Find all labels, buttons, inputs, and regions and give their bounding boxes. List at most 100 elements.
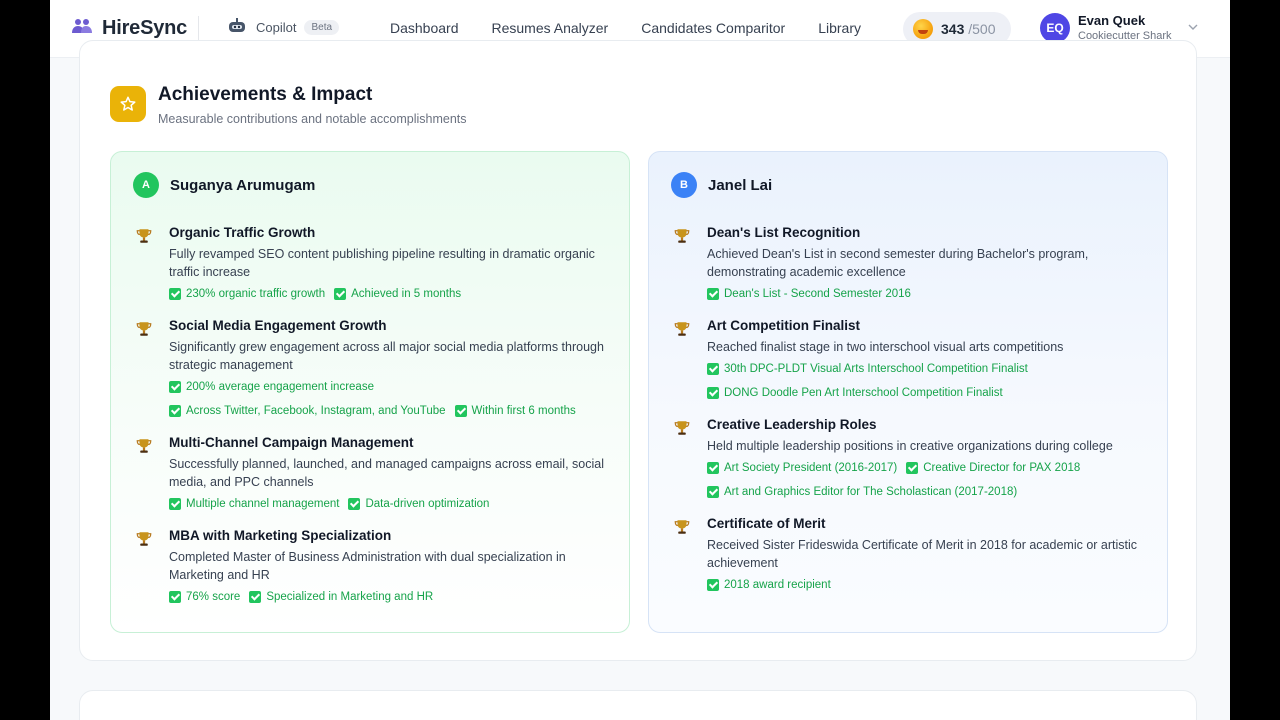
achievement-title: Art Competition Finalist <box>707 318 860 333</box>
candidate-header: A Suganya Arumugam <box>133 172 315 198</box>
achievement-body: Social Media Engagement Growth Significan… <box>169 317 615 420</box>
achievement-tag-label: Art Society President (2016-2017) <box>724 462 898 474</box>
achievement-tag: Art Society President (2016-2017) <box>707 459 897 477</box>
achievement-tag: 30th DPC-PLDT Visual Arts Interschool Co… <box>707 360 1028 378</box>
achievement-tag: Across Twitter, Facebook, Instagram, and… <box>169 402 446 420</box>
achievement-body: Creative Leadership Roles Held multiple l… <box>707 416 1153 501</box>
section-title: Achievements & Impact <box>158 84 373 105</box>
section-subtitle: Measurable contributions and notable acc… <box>158 112 467 126</box>
achievement-title: Certificate of Merit <box>707 516 826 531</box>
brand-logo-link[interactable]: HireSync <box>72 17 187 40</box>
achievement-tag-label: Achieved in 5 months <box>351 288 462 300</box>
achievement-item: Creative Leadership Roles Held multiple l… <box>673 416 1153 501</box>
achievement-title: MBA with Marketing Specialization <box>169 528 392 543</box>
achievement-tags: Dean's List - Second Semester 2016 <box>707 285 1153 303</box>
check-box-icon <box>707 462 719 474</box>
check-box-icon <box>169 405 181 417</box>
check-box-icon <box>707 486 719 498</box>
achievement-description: Significantly grew engagement across all… <box>169 340 604 372</box>
header-divider <box>198 16 199 42</box>
achievement-title: Dean's List Recognition <box>707 225 861 240</box>
achievement-body: MBA with Marketing Specialization Complet… <box>169 527 615 606</box>
achievement-tag-label: 200% average engagement increase <box>186 381 374 393</box>
coin-emoji-icon <box>913 19 933 39</box>
achievement-tags: 76% score Specialized in Marketing and HR <box>169 588 615 606</box>
achievement-tag: Within first 6 months <box>454 402 576 420</box>
nav-library[interactable]: Library <box>818 20 861 36</box>
trophy-icon <box>673 416 693 501</box>
achievement-tag: Data-driven optimization <box>348 495 489 513</box>
check-box-icon <box>707 579 719 591</box>
check-box-icon <box>249 591 262 603</box>
trophy-icon <box>135 527 155 606</box>
nav-resumes-analyzer[interactable]: Resumes Analyzer <box>492 20 609 36</box>
achievement-tag-label: Art and Graphics Editor for The Scholast… <box>724 486 1018 498</box>
achievement-list: Organic Traffic Growth Fully revamped SEO… <box>135 224 615 620</box>
credits-total: /500 <box>968 21 996 37</box>
brand-name: HireSync <box>102 17 188 39</box>
achievement-tag-label: Specialized in Marketing and HR <box>266 591 434 603</box>
star-icon <box>110 86 146 122</box>
next-section-card <box>79 690 1197 720</box>
achievement-item: Art Competition Finalist Reached finalist… <box>673 317 1153 402</box>
achievement-tag: Achieved in 5 months <box>334 285 461 303</box>
achievement-item: Organic Traffic Growth Fully revamped SEO… <box>135 224 615 303</box>
avatar: EQ <box>1040 13 1070 43</box>
achievement-item: MBA with Marketing Specialization Complet… <box>135 527 615 606</box>
achievement-title: Multi-Channel Campaign Management <box>169 435 414 450</box>
achievement-description: Received Sister Frideswida Certificate o… <box>707 538 1138 570</box>
achievement-tag: 200% average engagement increase <box>169 378 374 396</box>
achievement-description: Completed Master of Business Administrat… <box>169 550 566 582</box>
achievement-description: Reached finalist stage in two interschoo… <box>707 340 1064 354</box>
achievement-description: Held multiple leadership positions in cr… <box>707 439 1113 453</box>
achievement-tags: 230% organic traffic growth Achieved in 5… <box>169 285 615 303</box>
candidate-badge: B <box>671 172 697 198</box>
achievement-tags: 2018 award recipient <box>707 576 1153 594</box>
check-box-icon <box>169 591 181 603</box>
user-name: Evan Quek <box>1078 13 1146 28</box>
achievement-tag: Creative Director for PAX 2018 <box>906 459 1080 477</box>
achievement-tag: Multiple channel management <box>169 495 339 513</box>
copilot-button[interactable]: Copilot Beta <box>226 18 340 37</box>
achievement-tag: Specialized in Marketing and HR <box>249 588 433 606</box>
candidate-header: B Janel Lai <box>671 172 772 198</box>
credits-used: 343 <box>941 21 965 37</box>
achievement-tag-label: Data-driven optimization <box>365 498 490 510</box>
achievements-section: Achievements & Impact Measurable contrib… <box>79 40 1197 661</box>
achievement-description: Fully revamped SEO content publishing pi… <box>169 247 595 279</box>
achievement-tag-label: 76% score <box>186 591 241 603</box>
achievement-tag-label: Creative Director for PAX 2018 <box>923 462 1081 474</box>
achievement-description: Achieved Dean's List in second semester … <box>707 247 1089 279</box>
achievement-title: Social Media Engagement Growth <box>169 318 387 333</box>
copilot-label: Copilot <box>256 20 297 35</box>
robot-icon <box>226 18 248 37</box>
achievement-tags: Art Society President (2016-2017) Creativ… <box>707 459 1153 501</box>
check-box-icon <box>169 498 181 510</box>
candidate-badge: A <box>133 172 159 198</box>
user-menu[interactable]: EQ Evan Quek Cookiecutter Shark <box>1040 13 1198 43</box>
candidate-name: Suganya Arumugam <box>170 176 316 194</box>
achievement-tag-label: Multiple channel management <box>186 498 340 510</box>
achievement-tag-label: Across Twitter, Facebook, Instagram, and… <box>186 405 446 417</box>
achievement-item: Multi-Channel Campaign Management Success… <box>135 434 615 513</box>
nav-candidates-comparitor[interactable]: Candidates Comparitor <box>641 20 785 36</box>
candidate-name: Janel Lai <box>708 176 773 194</box>
check-box-icon <box>707 363 719 375</box>
achievement-description: Successfully planned, launched, and mana… <box>169 457 604 489</box>
check-box-icon <box>906 462 919 474</box>
nav-dashboard[interactable]: Dashboard <box>390 20 459 36</box>
achievement-body: Art Competition Finalist Reached finalist… <box>707 317 1153 402</box>
achievement-tag-label: DONG Doodle Pen Art Interschool Competit… <box>724 387 1003 399</box>
check-box-icon <box>169 381 181 393</box>
achievement-tags: Multiple channel management Data-driven o… <box>169 495 615 513</box>
candidate-b-card: B Janel Lai Dean's List Recognition Achie… <box>648 151 1168 633</box>
beta-badge: Beta <box>304 20 340 35</box>
check-box-icon <box>334 288 347 300</box>
achievement-tag-label: 230% organic traffic growth <box>186 288 326 300</box>
candidate-a-card: A Suganya Arumugam Organic Traffic Growt… <box>110 151 630 633</box>
achievement-body: Organic Traffic Growth Fully revamped SEO… <box>169 224 615 303</box>
achievement-tag: 2018 award recipient <box>707 576 831 594</box>
achievement-tag-label: Dean's List - Second Semester 2016 <box>724 288 911 300</box>
achievement-body: Multi-Channel Campaign Management Success… <box>169 434 615 513</box>
achievement-body: Certificate of Merit Received Sister Frid… <box>707 515 1153 594</box>
